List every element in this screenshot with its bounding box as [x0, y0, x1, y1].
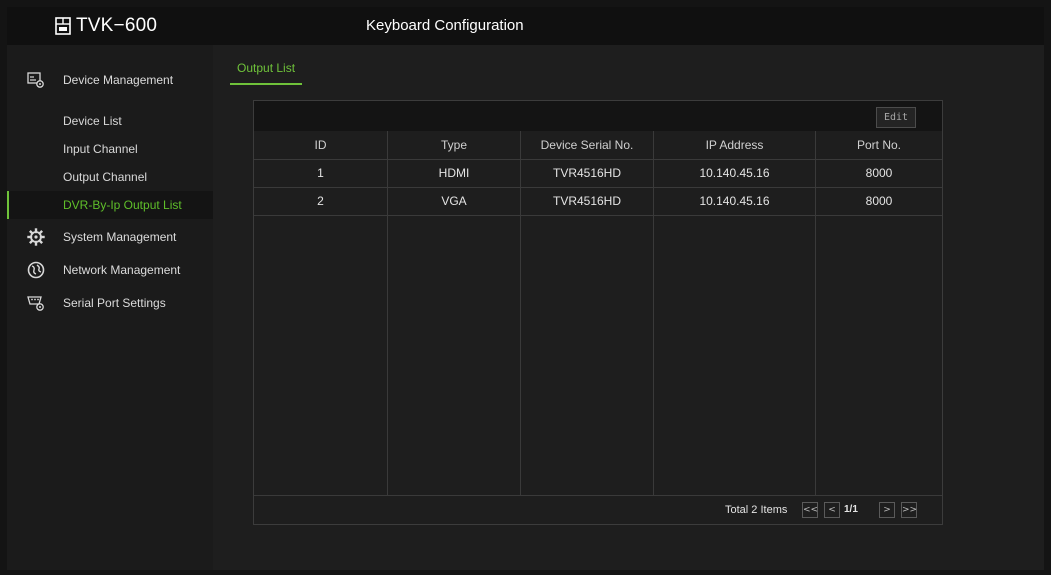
- column-header-id[interactable]: ID: [254, 131, 387, 159]
- menu-network-management[interactable]: Network Management: [7, 255, 213, 285]
- page-title: Keyboard Configuration: [366, 17, 524, 34]
- column-header-ip-address[interactable]: IP Address: [654, 131, 815, 159]
- globe-icon: [27, 261, 45, 279]
- column-header-serial-no[interactable]: Device Serial No.: [521, 131, 653, 159]
- sidebar-item-label: Output Channel: [63, 170, 148, 184]
- menu-label: Device Management: [63, 73, 174, 87]
- menu-device-management[interactable]: Device Management: [7, 65, 213, 95]
- cell-port-no: 8000: [865, 194, 893, 208]
- pagination-bar: Total 2 Items << < 1/1 > >>: [254, 495, 942, 524]
- tab-label: Output List: [237, 61, 296, 75]
- table-toolbar: Edit: [254, 101, 942, 131]
- output-table: ID Type Device Serial No. IP Address Por…: [254, 131, 942, 495]
- app-window: TVK−600 Keyboard Configuration Device Ma…: [7, 7, 1044, 570]
- page-indicator: 1/1: [844, 504, 858, 515]
- edit-button[interactable]: Edit: [876, 107, 916, 128]
- sidebar-item-label: DVR-By-Ip Output List: [63, 198, 182, 212]
- cell-id: 1: [317, 166, 324, 180]
- sidebar-item-input-channel[interactable]: Input Channel: [7, 135, 213, 163]
- gear-icon: [27, 228, 45, 246]
- next-page-button[interactable]: >: [879, 502, 895, 518]
- serial-port-icon: [27, 296, 44, 311]
- sidebar-item-label: Device List: [63, 114, 122, 128]
- menu-label: Serial Port Settings: [63, 296, 166, 310]
- tab-output-list[interactable]: Output List: [230, 59, 303, 85]
- menu-system-management[interactable]: System Management: [7, 222, 213, 252]
- output-list-panel: Edit ID Type Device Serial No. IP Addres…: [253, 100, 943, 525]
- sidebar-item-dvr-by-ip-output-list[interactable]: DVR-By-Ip Output List: [7, 191, 213, 219]
- table-row[interactable]: 2 VGA TVR4516HD 10.140.45.16 8000: [254, 187, 942, 216]
- cell-id: 2: [317, 194, 324, 208]
- cell-port-no: 8000: [865, 166, 893, 180]
- main-content: Output List Edit ID Type Device Serial N…: [213, 45, 1044, 570]
- sidebar-item-output-channel[interactable]: Output Channel: [7, 163, 213, 191]
- table-row[interactable]: 1 HDMI TVR4516HD 10.140.45.16 8000: [254, 159, 942, 188]
- menu-label: System Management: [63, 230, 177, 244]
- cell-type: HDMI: [438, 166, 470, 180]
- cell-serial-no: TVR4516HD: [552, 194, 622, 208]
- top-bar: TVK−600 Keyboard Configuration: [7, 7, 1044, 45]
- sidebar-item-label: Input Channel: [63, 142, 138, 156]
- sidebar: Device Management Device List Input Chan…: [7, 45, 213, 570]
- sidebar-item-device-list[interactable]: Device List: [7, 107, 213, 135]
- menu-serial-port-settings[interactable]: Serial Port Settings: [7, 288, 213, 318]
- device-management-icon: [27, 72, 44, 88]
- column-header-port-no[interactable]: Port No.: [816, 131, 942, 159]
- brand-name: TVK−600: [76, 15, 158, 36]
- total-items-count: Total 2 Items: [725, 504, 788, 516]
- cell-ip-address: 10.140.45.16: [699, 166, 770, 180]
- column-header-type[interactable]: Type: [388, 131, 520, 159]
- cell-type: VGA: [441, 194, 467, 208]
- first-page-button[interactable]: <<: [802, 502, 818, 518]
- cell-serial-no: TVR4516HD: [552, 166, 622, 180]
- keyboard-logo-icon: [55, 17, 71, 35]
- logo: TVK−600: [55, 15, 157, 37]
- table-header-row: ID Type Device Serial No. IP Address Por…: [254, 131, 942, 160]
- last-page-button[interactable]: >>: [901, 502, 917, 518]
- cell-ip-address: 10.140.45.16: [699, 194, 770, 208]
- menu-label: Network Management: [63, 263, 181, 277]
- prev-page-button[interactable]: <: [824, 502, 840, 518]
